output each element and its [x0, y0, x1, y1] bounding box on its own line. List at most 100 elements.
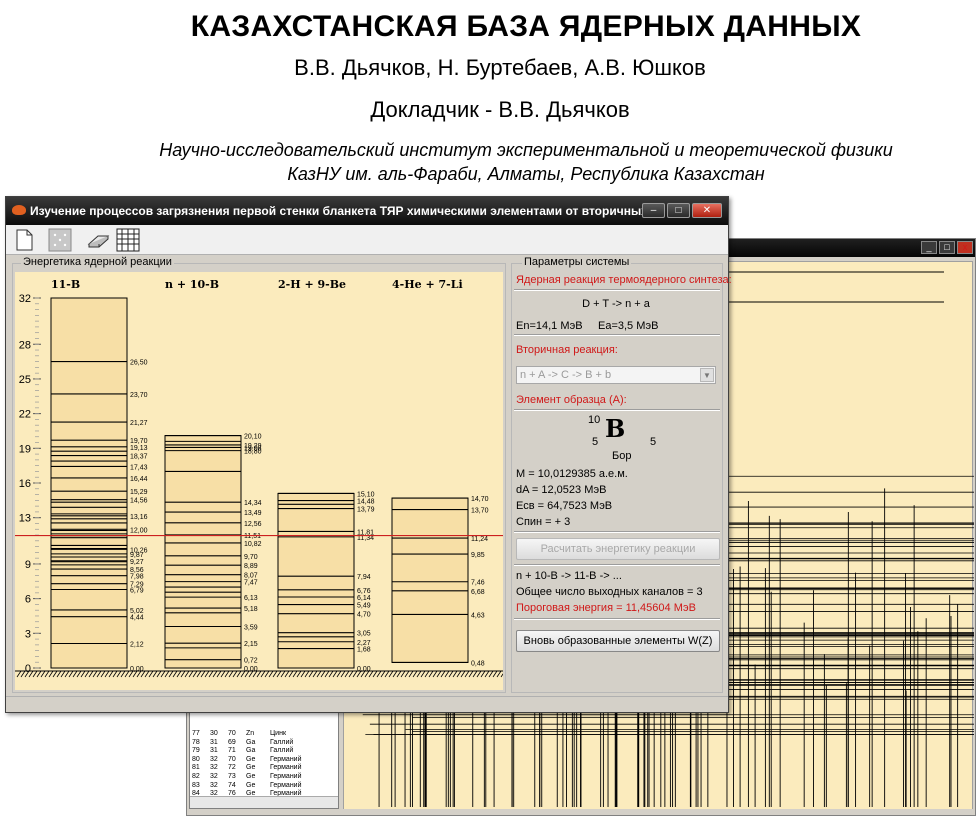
ground-hatch [56, 670, 62, 678]
ground-hatch [32, 670, 38, 678]
background-maximize-icon[interactable]: □ [939, 241, 955, 254]
ground-hatch [340, 670, 346, 678]
table-cell: Галлий [270, 738, 294, 746]
fusion-title: Ядерная реакция термоядерного синтеза: [516, 274, 732, 286]
new-document-icon[interactable] [12, 228, 36, 252]
y-tick-label: 28 [19, 339, 31, 351]
chevron-down-icon[interactable]: ▼ [700, 368, 714, 382]
ground-hatch [404, 670, 410, 678]
table-row[interactable]: 79 31 71 Ga Галлий [190, 747, 338, 756]
output-channels: Общее число выходных каналов = 3 [516, 586, 703, 598]
table-row[interactable]: 83 32 74 Ge Германий [190, 781, 338, 791]
table-row[interactable]: 78 31 69 Ga Галлий [190, 738, 338, 748]
level-label: 14,56 [130, 498, 148, 505]
ground-hatch [156, 670, 162, 678]
table-cell: 83 [192, 781, 200, 789]
ground-hatch [308, 670, 314, 678]
table-cell: Цинк [270, 730, 287, 737]
level-label: 15,10 [357, 491, 375, 498]
ground-hatch [328, 670, 334, 678]
background-close-icon[interactable]: x [957, 241, 973, 254]
column-header: 4-He + 7-Li [392, 278, 463, 291]
ground-hatch [84, 670, 90, 678]
ground-hatch [276, 670, 282, 678]
y-tick-label: 6 [25, 594, 31, 606]
dots-grid-icon[interactable] [48, 228, 72, 252]
level-label: 19,13 [130, 445, 148, 452]
level-label: 9,27 [130, 559, 144, 566]
ground-hatch [164, 670, 170, 678]
level-label: 0,72 [244, 658, 258, 665]
ground-hatch [464, 670, 470, 678]
close-button[interactable]: ✕ [692, 203, 722, 218]
ground-hatch [104, 670, 110, 678]
ground-hatch [16, 670, 22, 678]
ground-hatch [496, 670, 502, 678]
level-label: 2,12 [130, 641, 144, 648]
column-header: 2-H + 9-Be [278, 278, 346, 291]
table-row[interactable]: 80 32 70 Ge Германий [190, 756, 338, 765]
window-titlebar: Изучение процессов загрязнения первой ст… [6, 197, 728, 225]
ground-hatch [120, 670, 126, 678]
result-reaction: n + 10-B -> 11-B -> ... [516, 570, 622, 582]
ground-hatch [296, 670, 302, 678]
ground-hatch [288, 670, 294, 678]
table-cell: 71 [228, 747, 236, 755]
table-grid-icon[interactable] [116, 228, 140, 252]
level-label: 0,48 [471, 660, 485, 667]
separator [514, 289, 720, 291]
level-label: 2,27 [357, 640, 371, 647]
level-label: 19,29 [244, 443, 262, 450]
ground-hatch [108, 670, 114, 678]
secondary-reaction-value: n + A -> C -> B + b [520, 369, 612, 381]
ground-hatch [432, 670, 438, 678]
table-row[interactable]: 77 30 70 Zn Цинк [190, 730, 338, 739]
y-tick-label: 9 [25, 559, 31, 571]
level-label: 1,68 [357, 647, 371, 654]
ground-hatch [472, 670, 478, 678]
calculate-energetics-button[interactable]: Расчитать энергетику реакции [516, 538, 720, 560]
element-table-scrollbar[interactable] [190, 796, 338, 808]
fusion-energy-n: En=14,1 МэВ [516, 320, 583, 332]
eraser-icon[interactable] [86, 228, 110, 252]
ground-hatch [80, 670, 86, 678]
ground-hatch [48, 670, 54, 678]
ground-hatch [436, 670, 442, 678]
table-cell: Германий [270, 764, 302, 772]
level-label: 7,46 [471, 580, 485, 587]
ground-hatch [220, 670, 226, 678]
background-minimize-icon[interactable]: _ [921, 241, 937, 254]
ground-hatch [112, 670, 118, 678]
ground-hatch [336, 670, 342, 678]
ground-hatch [216, 670, 222, 678]
element-binding-energy: Есв = 64,7523 МэВ [516, 500, 613, 512]
level-label: 4,70 [357, 612, 371, 619]
table-row[interactable]: 81 32 72 Ge Германий [190, 764, 338, 773]
ground-hatch [236, 670, 242, 678]
ground-hatch [224, 670, 230, 678]
ground-hatch [300, 670, 306, 678]
element-mass-defect: dA = 12,0523 МэВ [516, 484, 607, 496]
level-label: 8,07 [244, 573, 258, 580]
level-label: 26,50 [130, 360, 148, 367]
y-tick-label: 13 [19, 513, 31, 525]
level-label: 14,34 [244, 500, 262, 507]
table-cell: Ga [246, 738, 256, 746]
secondary-reaction-select[interactable]: n + A -> C -> B + b ▼ [516, 366, 716, 384]
ground-hatch [396, 670, 402, 678]
ground-hatch [448, 670, 454, 678]
ground-hatch [424, 670, 430, 678]
level-label: 15,29 [130, 489, 148, 496]
level-label: 0,00 [130, 666, 144, 673]
table-row[interactable]: 82 32 73 Ge Германий [190, 773, 338, 782]
energy-chart-svg: 03691316192225283211-B0,002,124,445,026,… [15, 278, 506, 678]
ground-hatch [412, 670, 418, 678]
level-label: 6,13 [244, 595, 258, 602]
minimize-button[interactable]: – [642, 203, 665, 218]
ground-hatch [420, 670, 426, 678]
level-label: 13,70 [471, 508, 489, 515]
ground-hatch [460, 670, 466, 678]
separator [514, 334, 720, 336]
new-elements-button[interactable]: Вновь образованные элементы W(Z) [516, 630, 720, 652]
maximize-button[interactable]: □ [667, 203, 690, 218]
